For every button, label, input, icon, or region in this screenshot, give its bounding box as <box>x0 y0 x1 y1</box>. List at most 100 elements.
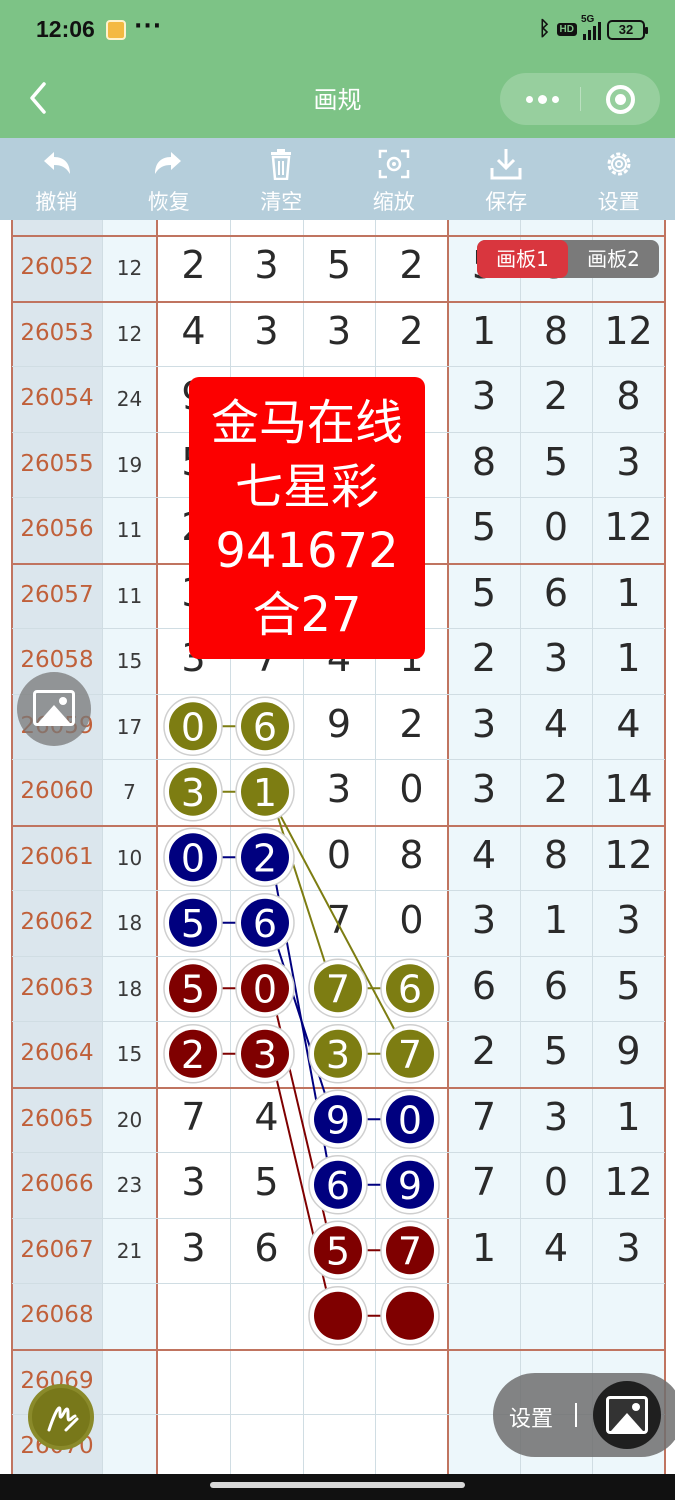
number-cell[interactable]: 3 <box>230 309 303 353</box>
number-cell[interactable]: 2 <box>448 636 520 680</box>
number-cell[interactable]: 0 <box>520 1160 592 1204</box>
number-cell[interactable]: 3 <box>303 767 375 811</box>
row-divider <box>12 694 665 695</box>
sum-cell: 7 <box>123 780 136 804</box>
image-float-button[interactable] <box>17 672 91 746</box>
number-cell[interactable]: 6 <box>520 964 592 1008</box>
network-type: 5G <box>581 13 595 25</box>
number-cell[interactable]: 3 <box>448 374 520 418</box>
number-cell[interactable]: 4 <box>592 702 665 746</box>
pill-settings-button[interactable]: 设置 <box>509 1401 553 1433</box>
number-cell[interactable]: 3 <box>157 1160 230 1204</box>
sum-cell: 18 <box>116 976 143 1001</box>
number-cell[interactable]: 8 <box>592 374 665 418</box>
number-cell[interactable]: 2 <box>375 243 448 287</box>
navigation-bar <box>0 1474 675 1500</box>
pill-image-button[interactable] <box>593 1381 661 1449</box>
redo-button[interactable]: 恢复 <box>113 138 226 220</box>
number-cell[interactable]: 0 <box>375 767 448 811</box>
number-cell[interactable]: 4 <box>520 702 592 746</box>
row-divider <box>12 759 665 760</box>
number-cell[interactable]: 0 <box>303 833 375 877</box>
number-cell[interactable]: 5 <box>448 571 520 615</box>
number-cell[interactable]: 4 <box>157 309 230 353</box>
number-cell[interactable]: 1 <box>520 898 592 942</box>
number-cell[interactable]: 7 <box>448 1160 520 1204</box>
home-indicator[interactable] <box>210 1482 465 1488</box>
pen-float-button[interactable] <box>28 1384 94 1450</box>
number-cell[interactable]: 1 <box>592 571 665 615</box>
number-cell[interactable]: 3 <box>230 243 303 287</box>
number-cell[interactable]: 2 <box>448 1029 520 1073</box>
redo-label: 恢复 <box>147 190 190 214</box>
number-cell[interactable]: 2 <box>520 767 592 811</box>
number-cell[interactable]: 3 <box>520 1095 592 1139</box>
bluetooth-icon: ᛒ <box>538 18 551 40</box>
number-cell[interactable]: 4 <box>448 833 520 877</box>
number-cell[interactable]: 12 <box>592 505 665 549</box>
number-cell[interactable]: 3 <box>448 767 520 811</box>
number-cell[interactable]: 8 <box>520 833 592 877</box>
number-cell[interactable]: 5 <box>520 440 592 484</box>
number-cell[interactable]: 6 <box>230 1226 303 1270</box>
tab-board2[interactable]: 画板2 <box>568 240 659 278</box>
number-cell[interactable]: 1 <box>448 1226 520 1270</box>
number-cell[interactable]: 7 <box>448 1095 520 1139</box>
number-cell[interactable]: 1 <box>448 309 520 353</box>
zoom-button[interactable]: 缩放 <box>338 138 451 220</box>
number-cell[interactable]: 3 <box>592 440 665 484</box>
number-cell[interactable]: 3 <box>157 1226 230 1270</box>
number-cell[interactable]: 6 <box>448 964 520 1008</box>
settings-button[interactable]: 设置 <box>563 138 675 220</box>
number-cell[interactable]: 5 <box>448 505 520 549</box>
number-cell[interactable]: 4 <box>230 1095 303 1139</box>
capsule-divider <box>580 87 581 111</box>
number-cell[interactable]: 2 <box>375 702 448 746</box>
close-miniapp-button[interactable] <box>606 85 635 114</box>
row-divider <box>12 825 665 827</box>
number-cell[interactable]: 7 <box>157 1095 230 1139</box>
number-cell[interactable]: 12 <box>592 309 665 353</box>
more-button[interactable] <box>520 85 564 113</box>
clear-button[interactable]: 清空 <box>225 138 338 220</box>
row-divider <box>12 1087 665 1089</box>
number-cell[interactable]: 0 <box>520 505 592 549</box>
number-cell[interactable]: 5 <box>230 1160 303 1204</box>
number-cell[interactable]: 2 <box>520 374 592 418</box>
number-cell[interactable]: 14 <box>592 767 665 811</box>
number-cell[interactable]: 1 <box>592 636 665 680</box>
sum-cell: 10 <box>116 845 143 870</box>
number-cell[interactable]: 3 <box>592 1226 665 1270</box>
number-cell[interactable]: 3 <box>592 898 665 942</box>
number-cell[interactable]: 3 <box>448 898 520 942</box>
number-cell[interactable]: 5 <box>303 243 375 287</box>
tab-board1[interactable]: 画板1 <box>477 240 568 278</box>
number-cell[interactable]: 5 <box>520 1029 592 1073</box>
number-cell[interactable]: 3 <box>520 636 592 680</box>
number-cell[interactable]: 2 <box>157 243 230 287</box>
number-cell[interactable]: 2 <box>375 309 448 353</box>
number-cell[interactable]: 4 <box>520 1226 592 1270</box>
undo-button[interactable]: 撤销 <box>0 138 113 220</box>
number-cell[interactable]: 8 <box>375 833 448 877</box>
number-cell[interactable]: 3 <box>303 309 375 353</box>
number-cell[interactable]: 5 <box>592 964 665 1008</box>
period-cell: 26062 <box>20 909 94 935</box>
number-cell[interactable]: 8 <box>448 440 520 484</box>
number-cell[interactable]: 12 <box>592 833 665 877</box>
battery-icon: 32 <box>607 19 648 40</box>
number-cell[interactable]: 7 <box>303 898 375 942</box>
settings-pill: 设置 <box>493 1373 675 1457</box>
number-cell[interactable]: 8 <box>520 309 592 353</box>
period-cell: 26058 <box>20 647 94 673</box>
number-cell[interactable]: 9 <box>592 1029 665 1073</box>
number-cell[interactable]: 6 <box>520 571 592 615</box>
sum-cell: 18 <box>116 911 143 935</box>
number-cell[interactable]: 3 <box>448 702 520 746</box>
number-cell[interactable]: 12 <box>592 1160 665 1204</box>
save-button[interactable]: 保存 <box>450 138 563 220</box>
number-cell[interactable]: 1 <box>592 1095 665 1139</box>
number-cell[interactable]: 9 <box>303 702 375 746</box>
number-cell[interactable]: 0 <box>375 898 448 942</box>
row-divider <box>12 366 665 367</box>
